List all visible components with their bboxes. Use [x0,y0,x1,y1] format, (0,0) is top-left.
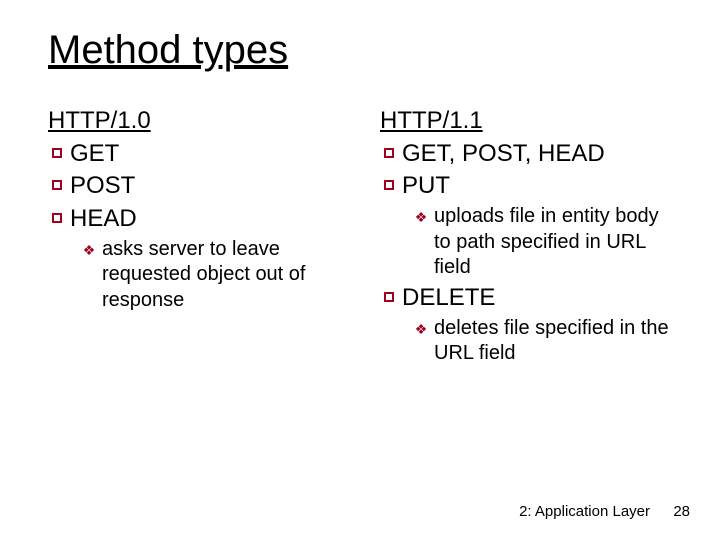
diamond-bullet-icon: ❖ [412,316,430,339]
square-bullet-icon [380,283,398,302]
list-item: GET [48,139,340,170]
list-item: GET, POST, HEAD [380,139,672,170]
square-bullet-icon [48,139,66,158]
list-subitem-label: asks server to leave requested object ou… [98,237,340,314]
page-number: 28 [673,503,690,520]
left-column: HTTP/1.0 GET POST HEAD ❖ asks server to … [48,106,340,367]
square-bullet-icon [380,171,398,190]
slide: Method types HTTP/1.0 GET POST HEAD ❖ as… [0,0,720,540]
list-item-label: DELETE [398,283,672,314]
content-columns: HTTP/1.0 GET POST HEAD ❖ asks server to … [48,106,672,367]
list-subitem-label: uploads file in entity body to path spec… [430,204,672,281]
list-item-label: POST [66,171,340,202]
right-column: HTTP/1.1 GET, POST, HEAD PUT ❖ uploads f… [380,106,672,367]
left-heading: HTTP/1.0 [48,106,340,137]
list-item-label: GET, POST, HEAD [398,139,672,170]
list-item: PUT [380,171,672,202]
list-item: HEAD [48,204,340,235]
list-subitem-label: deletes file specified in the URL field [430,316,672,367]
list-item-label: GET [66,139,340,170]
right-heading: HTTP/1.1 [380,106,672,137]
list-item-label: HEAD [66,204,340,235]
square-bullet-icon [48,171,66,190]
slide-title: Method types [48,28,672,72]
footer-section-label: 2: Application Layer [519,503,650,520]
square-bullet-icon [48,204,66,223]
list-item-label: PUT [398,171,672,202]
list-subitem: ❖ asks server to leave requested object … [48,237,340,314]
list-subitem: ❖ uploads file in entity body to path sp… [380,204,672,281]
list-item: POST [48,171,340,202]
list-item: DELETE [380,283,672,314]
square-bullet-icon [380,139,398,158]
list-subitem: ❖ deletes file specified in the URL fiel… [380,316,672,367]
diamond-bullet-icon: ❖ [412,204,430,227]
diamond-bullet-icon: ❖ [80,237,98,260]
